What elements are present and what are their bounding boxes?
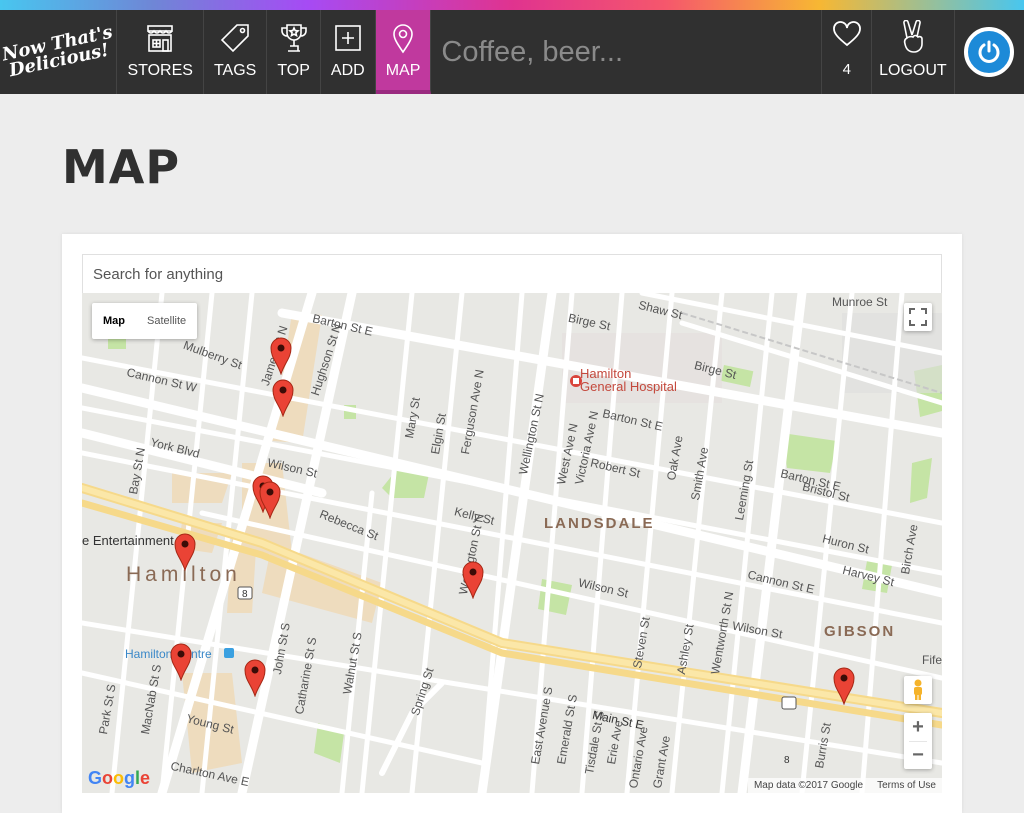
zoom-out-button[interactable]: − xyxy=(912,742,924,769)
logo-text: Now That's Delicious! xyxy=(0,22,116,82)
nav-stores[interactable]: STORES xyxy=(117,10,204,94)
top-color-bar xyxy=(0,0,1024,10)
map-label-landsdale: LANDSDALE xyxy=(544,515,655,532)
user-avatar[interactable] xyxy=(955,10,1024,94)
nav-add-label: ADD xyxy=(330,62,365,79)
store-marker[interactable] xyxy=(272,379,294,417)
page-title: MAP xyxy=(62,140,181,194)
store-marker[interactable] xyxy=(833,667,855,705)
map-label-hospital: Hamilton General Hospital xyxy=(580,366,677,394)
zoom-control: + − xyxy=(904,713,932,769)
map-label-centre: Hamilton Centre xyxy=(125,647,212,661)
nav-add[interactable]: ADD xyxy=(321,10,376,94)
nav-top-label: TOP xyxy=(277,62,310,79)
nav-tags-label: TAGS xyxy=(213,62,257,79)
google-logo[interactable]: Google xyxy=(88,768,150,789)
map-type-map-button[interactable]: Map xyxy=(92,303,136,339)
street-view-pegman[interactable] xyxy=(904,676,932,704)
hearts-count: 4 xyxy=(842,61,851,78)
map-label-gibson: GIBSON xyxy=(824,623,896,640)
tag-icon xyxy=(220,24,249,53)
nav-search xyxy=(431,10,822,94)
map-label-entertainment: e Entertainment xyxy=(82,533,174,548)
add-icon xyxy=(335,25,361,51)
store-marker[interactable] xyxy=(462,561,484,599)
store-marker[interactable] xyxy=(270,337,292,375)
store-marker[interactable] xyxy=(244,659,266,697)
map-label-munroe: Munroe St xyxy=(832,295,888,309)
store-marker[interactable] xyxy=(174,533,196,571)
map-label-fife: Fife xyxy=(922,653,942,667)
power-icon xyxy=(964,27,1015,77)
google-map[interactable]: Hamilton General Hospital LANDSDALE Hami… xyxy=(82,293,942,793)
store-search-input[interactable] xyxy=(441,27,822,77)
top-nav: Now That's Delicious! STORES TAGS TOP AD… xyxy=(0,10,1024,94)
hearts-link[interactable]: 4 xyxy=(821,10,873,94)
store-marker[interactable] xyxy=(259,481,281,519)
nav-map-label: MAP xyxy=(385,62,421,79)
map-type-satellite-button[interactable]: Satellite xyxy=(136,303,197,339)
zoom-in-button[interactable]: + xyxy=(912,713,924,741)
heart-icon xyxy=(832,21,861,47)
route-8-shield-east: 8 xyxy=(784,755,790,766)
trophy-icon xyxy=(280,24,307,52)
nav-top[interactable]: TOP xyxy=(267,10,321,94)
nav-map[interactable]: MAP xyxy=(375,10,432,94)
map-card: Hamilton General Hospital LANDSDALE Hami… xyxy=(62,234,962,813)
peace-hand-icon xyxy=(903,20,923,53)
logout-link[interactable]: LOGOUT xyxy=(872,10,955,94)
map-data-text: Map data ©2017 Google xyxy=(753,780,864,791)
terms-link[interactable]: Terms of Use xyxy=(877,780,936,791)
store-icon xyxy=(147,25,173,52)
map-type-control: Map Satellite xyxy=(92,303,198,339)
store-marker[interactable] xyxy=(170,643,192,681)
fullscreen-button[interactable] xyxy=(904,303,932,331)
map-pin-icon xyxy=(393,24,413,54)
map-search-input[interactable] xyxy=(82,254,942,294)
logout-label: LOGOUT xyxy=(879,62,947,79)
fullscreen-icon xyxy=(909,308,927,326)
route-8-shield-west: 8 xyxy=(242,589,248,600)
brand-logo[interactable]: Now That's Delicious! xyxy=(0,10,118,94)
pegman-icon xyxy=(914,679,922,700)
nav-stores-label: STORES xyxy=(127,62,193,79)
nav-tags[interactable]: TAGS xyxy=(204,10,268,94)
map-attribution: Map data ©2017 Google Terms of Use xyxy=(747,778,942,793)
